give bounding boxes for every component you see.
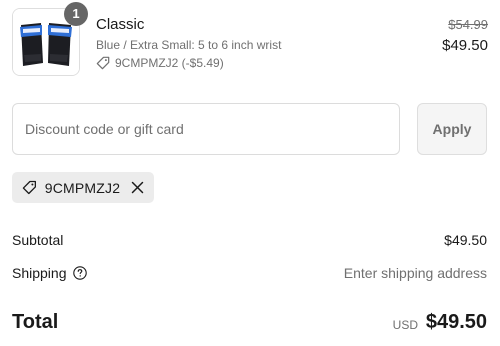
- line-item: 1 Classic Blue / Extra Small: 5 to 6 inc…: [12, 2, 488, 80]
- tag-icon: [22, 180, 36, 195]
- total-value: $49.50: [425, 311, 487, 333]
- product-price: $49.50: [442, 37, 488, 54]
- quantity-badge: 1: [64, 2, 88, 26]
- total-currency: USD: [392, 318, 418, 332]
- product-thumbnail-wrapper: 1: [12, 2, 88, 76]
- total-label: Total: [12, 311, 59, 333]
- close-icon: [131, 181, 143, 194]
- applied-discount-chip: 9CMPMZJ2: [12, 172, 154, 203]
- tag-icon: [96, 56, 110, 70]
- product-discount: 9CMPMZJ2 (-$5.49): [96, 56, 224, 70]
- remove-discount-button[interactable]: [130, 181, 144, 195]
- help-icon[interactable]: [72, 266, 87, 280]
- applied-discount-code: 9CMPMZJ2: [44, 179, 121, 196]
- subtotal-label: Subtotal: [12, 232, 64, 248]
- product-discount-text: 9CMPMZJ2 (-$5.49): [115, 56, 224, 70]
- shipping-value: Enter shipping address: [343, 265, 487, 281]
- product-title: Classic: [96, 16, 145, 33]
- subtotal-value: $49.50: [444, 232, 487, 248]
- compare-at-price: $54.99: [448, 17, 488, 32]
- discount-code-input[interactable]: [12, 103, 400, 155]
- order-summary: 1 Classic Blue / Extra Small: 5 to 6 inc…: [0, 0, 500, 346]
- product-variant: Blue / Extra Small: 5 to 6 inch wrist: [96, 38, 282, 52]
- shipping-label-row: Shipping: [12, 265, 87, 281]
- shipping-label: Shipping: [12, 265, 67, 281]
- apply-button[interactable]: Apply: [417, 103, 487, 155]
